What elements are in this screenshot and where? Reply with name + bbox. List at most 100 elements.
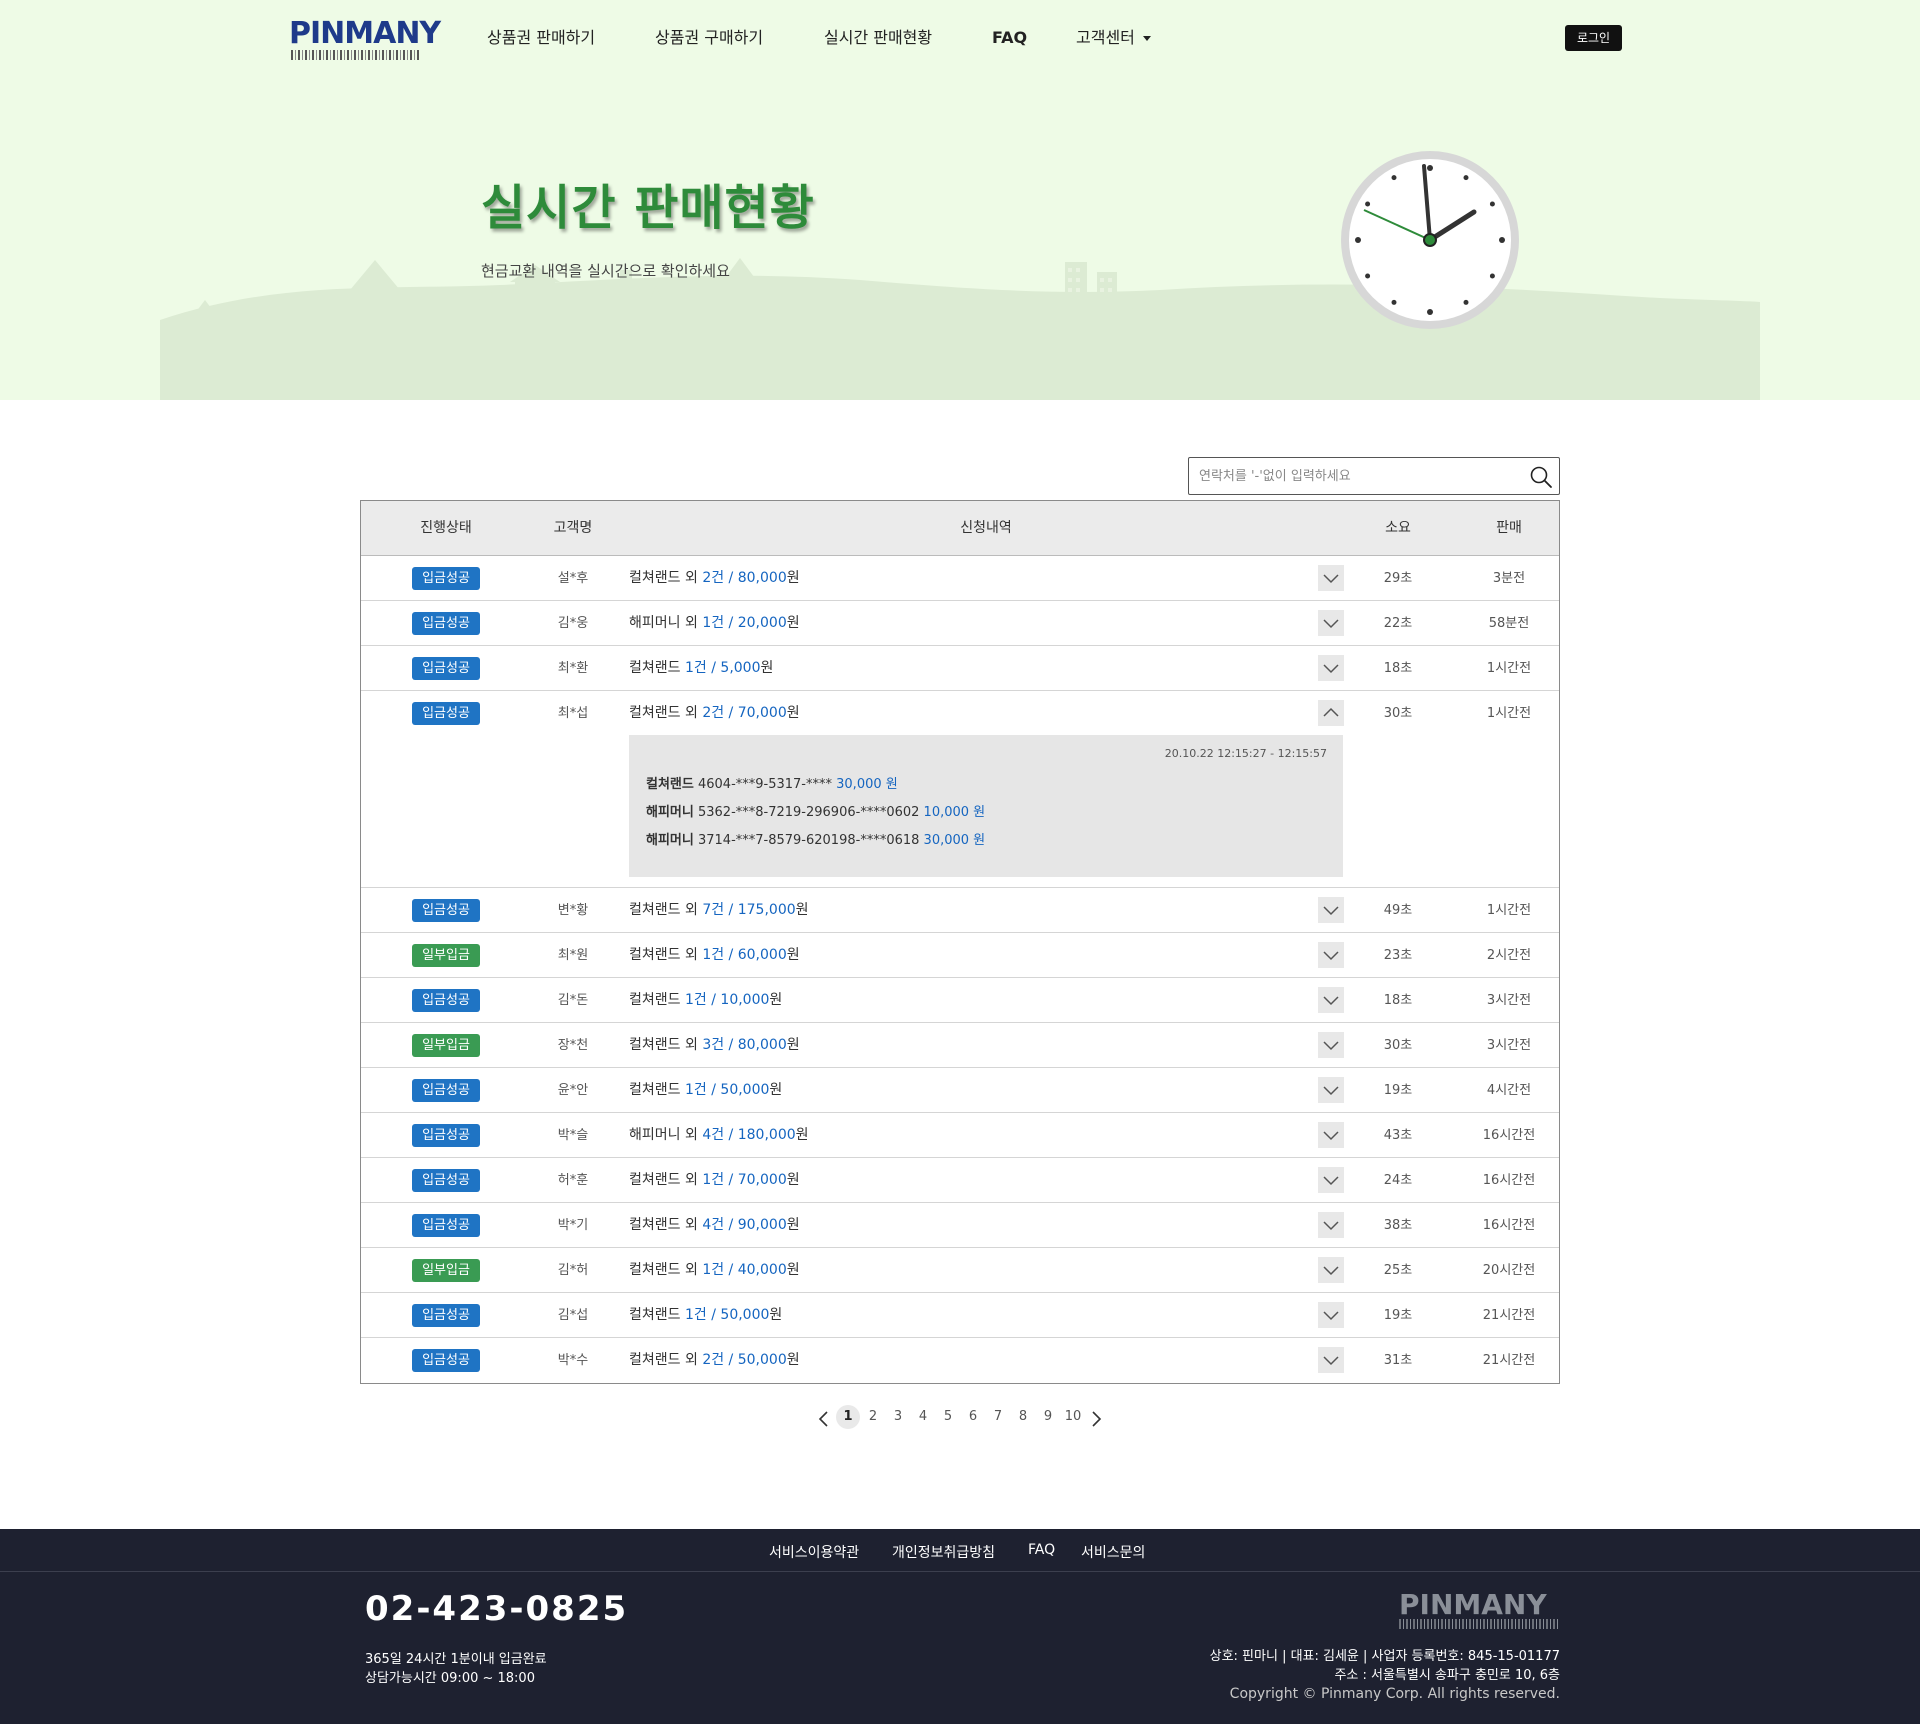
page-number[interactable]: 1	[836, 1405, 860, 1429]
page-number[interactable]: 9	[1036, 1405, 1060, 1429]
table-row: 일부입금 장*천 컬쳐랜드 외 3건 / 80,000원 30초 3시간전	[361, 1023, 1559, 1068]
expand-toggle[interactable]	[1318, 1212, 1344, 1238]
processing-duration: 31초	[1383, 1353, 1413, 1368]
status-badge: 입금성공	[412, 989, 480, 1012]
login-button[interactable]: 로그인	[1565, 25, 1622, 51]
expand-toggle[interactable]	[1318, 1167, 1344, 1193]
request-item: 컬쳐랜드 외	[629, 705, 703, 721]
pinmany-logo[interactable]: PINMANY	[289, 18, 441, 60]
expand-toggle[interactable]	[1318, 1347, 1344, 1373]
table-row: 일부입금 김*허 컬쳐랜드 외 1건 / 40,000원 25초 20시간전	[361, 1248, 1559, 1293]
request-unit: 원	[786, 1262, 800, 1278]
request-summary: 컬쳐랜드 외 2건 / 70,000원	[629, 691, 800, 736]
expand-toggle[interactable]	[1318, 610, 1344, 636]
chevron-down-icon	[1323, 1086, 1339, 1096]
request-count: 1건	[684, 992, 707, 1008]
sold-time-ago: 58분전	[1488, 616, 1530, 631]
request-separator: /	[724, 1262, 738, 1278]
request-item: 컬쳐랜드	[629, 992, 685, 1008]
page-number[interactable]: 4	[911, 1405, 935, 1429]
sold-time-ago: 4시간전	[1486, 1083, 1532, 1098]
expand-toggle[interactable]	[1318, 655, 1344, 681]
expand-toggle[interactable]	[1318, 942, 1344, 968]
next-page-icon[interactable]	[1089, 1410, 1103, 1428]
footer-link-privacy[interactable]: 개인정보취급방침	[892, 1542, 995, 1562]
request-item: 컬쳐랜드 외	[629, 1217, 703, 1233]
collapse-toggle[interactable]	[1318, 700, 1344, 726]
request-unit: 원	[769, 1307, 783, 1323]
request-item: 컬쳐랜드	[629, 1307, 685, 1323]
page-number[interactable]: 10	[1061, 1405, 1085, 1429]
sold-time-ago: 16시간전	[1482, 1218, 1536, 1233]
expand-toggle[interactable]	[1318, 565, 1344, 591]
processing-duration: 43초	[1383, 1128, 1413, 1143]
processing-duration: 24초	[1383, 1173, 1413, 1188]
expand-toggle[interactable]	[1318, 1077, 1344, 1103]
search-icon[interactable]	[1529, 465, 1553, 489]
customer-name: 최*섭	[557, 706, 589, 721]
page-number[interactable]: 6	[961, 1405, 985, 1429]
request-item: 컬쳐랜드	[629, 660, 685, 676]
expand-toggle[interactable]	[1318, 1032, 1344, 1058]
table-row: 입금성공 김*돈 컬쳐랜드 1건 / 10,000원 18초 3시간전	[361, 978, 1559, 1023]
request-summary: 해피머니 외 1건 / 20,000원	[629, 601, 800, 646]
status-badge: 입금성공	[412, 567, 480, 590]
chevron-down-icon	[1323, 1041, 1339, 1051]
request-count: 3건	[702, 1037, 725, 1053]
nav-customer-center[interactable]: 고객센터	[1076, 27, 1151, 49]
detail-line: 해피머니 3714-***7-8579-620198-****0618 30,0…	[646, 829, 985, 848]
nav-buy-giftcard[interactable]: 상품권 구매하기	[655, 27, 763, 49]
expand-toggle[interactable]	[1318, 897, 1344, 923]
status-badge: 입금성공	[412, 1214, 480, 1237]
prev-page-icon[interactable]	[817, 1410, 831, 1428]
request-unit: 원	[786, 947, 800, 963]
customer-name: 김*웅	[557, 616, 589, 631]
processing-duration: 25초	[1383, 1263, 1413, 1278]
nav-sell-giftcard[interactable]: 상품권 판매하기	[487, 27, 595, 49]
request-unit: 원	[786, 1172, 800, 1188]
page-number[interactable]: 3	[886, 1405, 910, 1429]
top-navigation: PINMANY 상품권 판매하기 상품권 구매하기 실시간 판매현황 FAQ 고…	[0, 0, 1920, 76]
request-unit: 원	[786, 615, 800, 631]
request-count: 7건	[702, 902, 725, 918]
header-sold: 판매	[1496, 520, 1522, 536]
customer-name: 박*기	[557, 1218, 589, 1233]
status-badge: 입금성공	[412, 612, 480, 635]
expand-toggle[interactable]	[1318, 987, 1344, 1013]
footer-link-terms[interactable]: 서비스이용약관	[769, 1542, 859, 1562]
request-separator: /	[724, 1217, 738, 1233]
request-separator: /	[724, 1172, 738, 1188]
request-summary: 컬쳐랜드 외 7건 / 175,000원	[629, 888, 809, 933]
footer-logo: PINMANY	[1399, 1591, 1559, 1631]
nav-customer-center-label: 고객센터	[1076, 28, 1135, 47]
detail-brand: 해피머니	[646, 805, 694, 820]
request-summary: 컬쳐랜드 외 1건 / 70,000원	[629, 1158, 800, 1203]
table-row: 입금성공 허*훈 컬쳐랜드 외 1건 / 70,000원 24초 16시간전	[361, 1158, 1559, 1203]
nav-faq[interactable]: FAQ	[992, 27, 1027, 49]
page-number[interactable]: 5	[936, 1405, 960, 1429]
pagination: 1 2 3 4 5 6 7 8 9 10	[0, 1405, 1920, 1433]
expand-toggle[interactable]	[1318, 1122, 1344, 1148]
request-count: 1건	[684, 660, 707, 676]
request-count: 2건	[702, 1352, 725, 1368]
page-number[interactable]: 7	[986, 1405, 1010, 1429]
page-number[interactable]: 2	[861, 1405, 885, 1429]
request-amount: 70,000	[737, 1172, 787, 1188]
customer-name: 박*수	[557, 1353, 589, 1368]
sold-time-ago: 3시간전	[1486, 1038, 1532, 1053]
customer-name: 장*천	[557, 1038, 589, 1053]
footer-link-faq[interactable]: FAQ	[1028, 1542, 1055, 1558]
phone-search-input[interactable]	[1199, 464, 1519, 488]
page-number[interactable]: 8	[1011, 1405, 1035, 1429]
table-row: 입금성공 박*슬 해피머니 외 4건 / 180,000원 43초 16시간전	[361, 1113, 1559, 1158]
chevron-down-icon	[1323, 1311, 1339, 1321]
expand-toggle[interactable]	[1318, 1302, 1344, 1328]
nav-realtime-status[interactable]: 실시간 판매현황	[824, 27, 932, 49]
request-count: 1건	[702, 1172, 725, 1188]
request-amount: 80,000	[737, 570, 787, 586]
expand-toggle[interactable]	[1318, 1257, 1344, 1283]
request-summary: 컬쳐랜드 외 4건 / 90,000원	[629, 1203, 800, 1248]
request-summary: 컬쳐랜드 1건 / 50,000원	[629, 1068, 782, 1113]
request-item: 해피머니 외	[629, 1127, 703, 1143]
footer-link-inquiry[interactable]: 서비스문의	[1081, 1542, 1145, 1562]
